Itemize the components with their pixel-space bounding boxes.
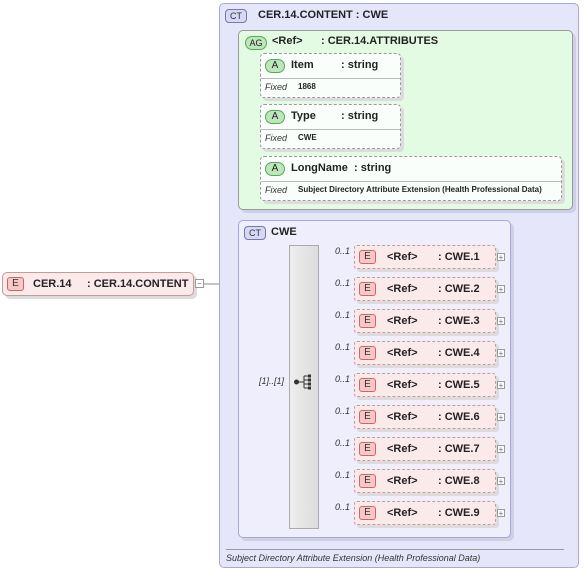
element-name: : CWE.4 <box>438 347 480 359</box>
expand-toggle[interactable]: + <box>497 253 505 262</box>
attribute-group-ref: <Ref> <box>272 35 303 47</box>
element-ref: <Ref> <box>387 347 418 359</box>
child-element-1[interactable]: E <Ref> : CWE.1 + <box>354 245 505 269</box>
attribute-badge: A <box>265 59 285 73</box>
expand-toggle[interactable]: + <box>497 381 505 390</box>
element-badge: E <box>359 410 376 424</box>
collapse-toggle[interactable]: − <box>195 279 204 288</box>
child-element-9[interactable]: E <Ref> : CWE.9 + <box>354 501 505 525</box>
footer-divider <box>226 549 564 550</box>
attribute-type: : string <box>341 110 379 122</box>
attribute-badge: A <box>265 110 285 124</box>
element-name: : CWE.8 <box>438 475 480 487</box>
attribute-type: : string <box>341 59 379 71</box>
sequence-icon <box>294 374 311 390</box>
child-element-2[interactable]: E <Ref> : CWE.2 + <box>354 277 505 301</box>
child-element-3[interactable]: E <Ref> : CWE.3 + <box>354 309 505 333</box>
element-ref: <Ref> <box>387 251 418 263</box>
root-element-box[interactable]: E CER.14 : CER.14.CONTENT <box>2 272 194 296</box>
fixed-label: Fixed <box>265 82 288 92</box>
element-ref: <Ref> <box>387 475 418 487</box>
expand-toggle[interactable]: + <box>497 509 505 518</box>
expand-toggle[interactable]: + <box>497 445 505 454</box>
child-element-7[interactable]: E <Ref> : CWE.7 + <box>354 437 505 461</box>
complex-type-footer: Subject Directory Attribute Extension (H… <box>226 553 481 563</box>
expand-toggle[interactable]: + <box>497 349 505 358</box>
attribute-longname[interactable]: A LongName : string Fixed Subject Direct… <box>260 156 562 201</box>
child-occurrence: 0..1 <box>335 246 351 256</box>
element-badge: E <box>359 314 376 328</box>
element-name: : CWE.9 <box>438 507 480 519</box>
element-badge: E <box>359 506 376 520</box>
element-badge: E <box>7 277 24 291</box>
child-occurrence: 0..1 <box>335 278 351 288</box>
inner-complex-type-badge: CT <box>244 226 266 240</box>
element-badge: E <box>359 378 376 392</box>
element-name: : CWE.7 <box>438 443 480 455</box>
element-name: : CWE.5 <box>438 379 480 391</box>
complex-type-title: CER.14.CONTENT : CWE <box>258 9 389 21</box>
attribute-name: LongName <box>291 162 348 174</box>
element-ref: <Ref> <box>387 283 418 295</box>
child-occurrence: 0..1 <box>335 406 351 416</box>
attribute-name: Item <box>291 59 314 71</box>
inner-complex-type-title: CWE <box>271 226 297 238</box>
attribute-type: : string <box>354 162 392 174</box>
element-badge: E <box>359 474 376 488</box>
element-ref: <Ref> <box>387 315 418 327</box>
complex-type-badge: CT <box>225 9 247 23</box>
child-occurrence: 0..1 <box>335 310 351 320</box>
child-element-6[interactable]: E <Ref> : CWE.6 + <box>354 405 505 429</box>
element-ref: <Ref> <box>387 443 418 455</box>
element-ref: <Ref> <box>387 411 418 423</box>
fixed-label: Fixed <box>265 133 288 143</box>
child-element-4[interactable]: E <Ref> : CWE.4 + <box>354 341 505 365</box>
element-name: : CWE.3 <box>438 315 480 327</box>
element-ref: <Ref> <box>387 507 418 519</box>
fixed-value: Subject Directory Attribute Extension (H… <box>298 185 542 194</box>
child-occurrence: 0..1 <box>335 342 351 352</box>
root-element-name: CER.14 <box>33 278 72 290</box>
attribute-badge: A <box>265 162 285 176</box>
child-occurrence: 0..1 <box>335 438 351 448</box>
child-element-5[interactable]: E <Ref> : CWE.5 + <box>354 373 505 397</box>
element-badge: E <box>359 442 376 456</box>
element-name: : CWE.1 <box>438 251 480 263</box>
child-element-8[interactable]: E <Ref> : CWE.8 + <box>354 469 505 493</box>
attribute-item[interactable]: A Item : string Fixed 1868 <box>260 53 401 98</box>
expand-toggle[interactable]: + <box>497 285 505 294</box>
attribute-name: Type <box>291 110 316 122</box>
fixed-value: CWE <box>298 133 317 142</box>
element-name: : CWE.2 <box>438 283 480 295</box>
child-occurrence: 0..1 <box>335 470 351 480</box>
fixed-label: Fixed <box>265 185 288 195</box>
expand-toggle[interactable]: + <box>497 317 505 326</box>
child-occurrence: 0..1 <box>335 374 351 384</box>
attribute-group-name: : CER.14.ATTRIBUTES <box>321 35 439 47</box>
element-ref: <Ref> <box>387 379 418 391</box>
element-badge: E <box>359 346 376 360</box>
root-element-type: : CER.14.CONTENT <box>87 278 189 290</box>
expand-toggle[interactable]: + <box>497 413 505 422</box>
expand-toggle[interactable]: + <box>497 477 505 486</box>
sequence-occurrence: [1]..[1] <box>259 376 285 386</box>
fixed-value: 1868 <box>298 82 316 91</box>
sequence-compositor[interactable] <box>289 245 319 529</box>
attribute-group-badge: AG <box>245 36 267 50</box>
element-name: : CWE.6 <box>438 411 480 423</box>
attribute-type[interactable]: A Type : string Fixed CWE <box>260 104 401 149</box>
child-occurrence: 0..1 <box>335 502 351 512</box>
element-badge: E <box>359 250 376 264</box>
element-badge: E <box>359 282 376 296</box>
